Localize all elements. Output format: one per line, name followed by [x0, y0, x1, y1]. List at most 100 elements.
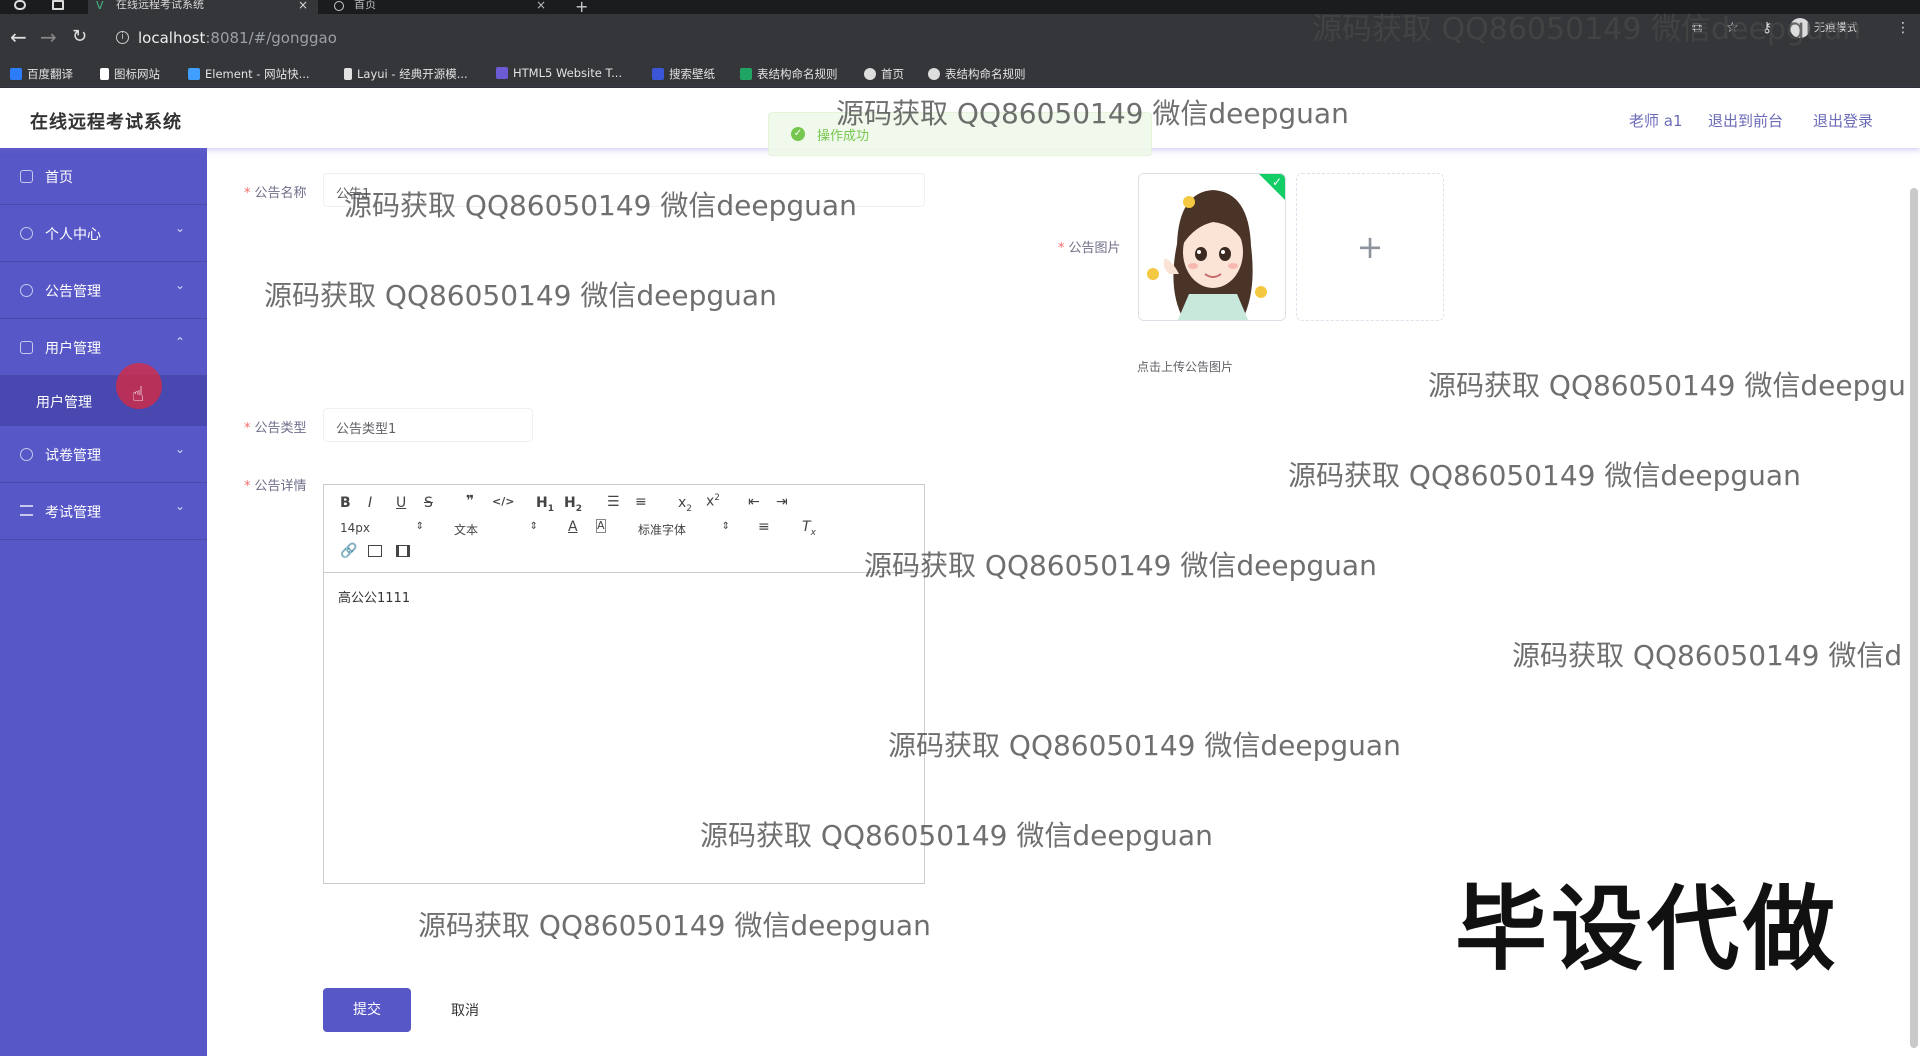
sidebar-item-notices[interactable]: 公告管理 ⌄ — [0, 262, 207, 319]
url-text: localhost:8081/#/gonggao — [138, 29, 337, 47]
star-icon[interactable]: ☆ — [1726, 20, 1739, 36]
clear-format-icon[interactable]: Tx — [802, 519, 816, 538]
image-upload-button[interactable]: + — [1296, 173, 1444, 321]
bookmark-label: 首页 — [881, 67, 904, 81]
bookmark-label: HTML5 Website T... — [513, 66, 623, 80]
sidebar-subitem-user-management[interactable]: 用户管理 — [0, 376, 207, 426]
sidebar-item-home[interactable]: 首页 — [0, 148, 207, 205]
align-icon[interactable]: ≡ — [758, 519, 770, 535]
bookmark-label: 百度翻译 — [27, 67, 73, 81]
back-to-front-link[interactable]: 退出到前台 — [1708, 110, 1783, 131]
cancel-button[interactable]: 取消 — [451, 1000, 479, 1020]
image-icon[interactable] — [368, 545, 382, 557]
tab-label: 在线远程考试系统 — [116, 0, 204, 11]
subscript-icon[interactable]: x2 — [678, 495, 692, 514]
submit-button[interactable]: 提交 — [323, 988, 411, 1032]
heading-1-icon[interactable]: H1 — [536, 495, 554, 514]
superscript-icon[interactable]: x2 — [706, 493, 720, 510]
reload-icon[interactable]: ↻ — [72, 26, 87, 48]
editor-content[interactable]: 高公公1111 — [338, 587, 410, 606]
translate-icon[interactable]: ⧉ — [1692, 20, 1702, 36]
info-icon[interactable]: i — [116, 31, 129, 44]
layui-icon — [344, 68, 352, 80]
detail-label-text: 公告详情 — [254, 479, 307, 494]
bookmark-label: Element - 网站快... — [205, 67, 310, 81]
ordered-list-icon[interactable]: ☰ — [607, 494, 620, 510]
uploaded-image[interactable]: ✓ — [1138, 173, 1286, 321]
tab-close-icon[interactable]: × — [298, 0, 308, 11]
bold-icon[interactable]: B — [340, 495, 351, 511]
type-label-text: 公告类型 — [254, 421, 307, 436]
window-icon[interactable] — [52, 0, 64, 10]
menu-icon[interactable]: ⋮ — [1896, 20, 1910, 36]
bookmark-item[interactable]: 表结构命名规则 — [740, 66, 838, 82]
bookmark-item[interactable]: Layui - 经典开源模... — [344, 66, 468, 82]
type-value: 公告类型1 — [336, 422, 397, 437]
outdent-icon[interactable]: ⇤ — [748, 494, 760, 510]
baidu-translate-icon — [10, 68, 22, 80]
video-icon[interactable] — [396, 545, 410, 557]
image-label: * 公告图片 — [1058, 237, 1121, 256]
tab-home[interactable]: 首页 × — [326, 0, 556, 14]
link-icon[interactable]: 🔗 — [340, 543, 357, 559]
italic-icon[interactable]: I — [368, 495, 372, 511]
url-input[interactable]: i localhost:8081/#/gonggao — [106, 24, 1896, 52]
heading-2-icon[interactable]: H2 — [564, 495, 582, 514]
underline-icon[interactable]: U — [396, 495, 406, 511]
heading-select[interactable]: 文本 ⇕ — [454, 521, 538, 538]
bookmark-label: 表结构命名规则 — [757, 67, 838, 81]
font-family-value: 标准字体 — [638, 523, 687, 537]
forward-icon[interactable]: → — [40, 26, 57, 48]
select-caret-icon: ⇕ — [415, 521, 424, 532]
incognito-badge[interactable]: 无痕模式 — [1790, 18, 1858, 38]
bookmark-item[interactable]: Element - 网站快... — [188, 66, 310, 82]
font-color-icon[interactable]: A — [568, 519, 578, 535]
sidebar-item-exams[interactable]: 考试管理 ⌄ — [0, 483, 207, 540]
bullet-list-icon[interactable]: ≡ — [635, 494, 647, 510]
name-input[interactable]: 公告1 — [323, 173, 925, 207]
select-caret-icon: ⇕ — [721, 521, 730, 532]
chevron-up-icon: ⌃ — [174, 335, 185, 349]
id-card-icon — [20, 341, 33, 354]
globe-icon — [334, 1, 344, 11]
wallpaper-icon — [652, 68, 664, 80]
font-size-select[interactable]: 14px ⇕ — [340, 521, 424, 535]
bookmark-item[interactable]: 表结构命名规则 — [928, 66, 1026, 82]
plus-icon: + — [1356, 228, 1384, 266]
sidebar-item-users[interactable]: 用户管理 ⌃ — [0, 319, 207, 376]
blockquote-icon[interactable]: ❞ — [466, 493, 474, 509]
bookmark-item[interactable]: 搜索壁纸 — [652, 66, 715, 82]
logout-link[interactable]: 退出登录 — [1813, 110, 1873, 131]
scrollbar[interactable] — [1910, 188, 1918, 1048]
bookmark-item[interactable]: HTML5 Website T... — [496, 66, 622, 80]
back-icon[interactable]: ← — [10, 26, 27, 48]
sidebar-item-profile[interactable]: 个人中心 ⌄ — [0, 205, 207, 262]
tab-close-icon[interactable]: × — [536, 0, 546, 11]
key-icon[interactable]: ⚷ — [1762, 20, 1772, 36]
bookmark-item[interactable]: 百度翻译 — [10, 66, 73, 82]
vue-icon: V — [96, 0, 104, 12]
sidebar-item-label: 用户管理 — [45, 341, 101, 357]
compass-icon — [20, 284, 33, 297]
bookmark-item[interactable]: 图标网站 — [100, 66, 160, 82]
sidebar-item-papers[interactable]: 试卷管理 ⌄ — [0, 426, 207, 483]
element-icon — [188, 68, 200, 80]
indent-icon[interactable]: ⇥ — [776, 494, 788, 510]
hand-cursor-icon: ☝ — [132, 382, 145, 406]
type-input[interactable]: 公告类型1 — [323, 408, 533, 442]
success-toast: ✓ 操作成功 — [768, 112, 1152, 156]
sidebar-item-label: 试卷管理 — [45, 448, 101, 464]
background-color-icon[interactable]: A — [596, 519, 606, 533]
editor-toolbar: B I U S ❞ </> H1 H2 ☰ ≡ x2 x2 ⇤ ⇥ 14px ⇕ … — [324, 485, 924, 573]
tab-active[interactable]: V 在线远程考试系统 × — [88, 0, 318, 14]
sidebar-item-label: 考试管理 — [45, 505, 101, 521]
check-circle-icon: ✓ — [791, 127, 805, 141]
font-family-select[interactable]: 标准字体 ⇕ — [638, 521, 730, 538]
rich-text-editor[interactable]: B I U S ❞ </> H1 H2 ☰ ≡ x2 x2 ⇤ ⇥ 14px ⇕ … — [323, 484, 925, 884]
strike-icon[interactable]: S — [424, 495, 433, 511]
promo-banner: 毕设代做 — [1455, 876, 1840, 983]
code-block-icon[interactable]: </> — [492, 495, 514, 508]
chevron-down-icon: ⌄ — [174, 442, 185, 456]
bookmark-item[interactable]: 首页 — [864, 66, 904, 82]
name-value: 公告1 — [336, 187, 371, 202]
